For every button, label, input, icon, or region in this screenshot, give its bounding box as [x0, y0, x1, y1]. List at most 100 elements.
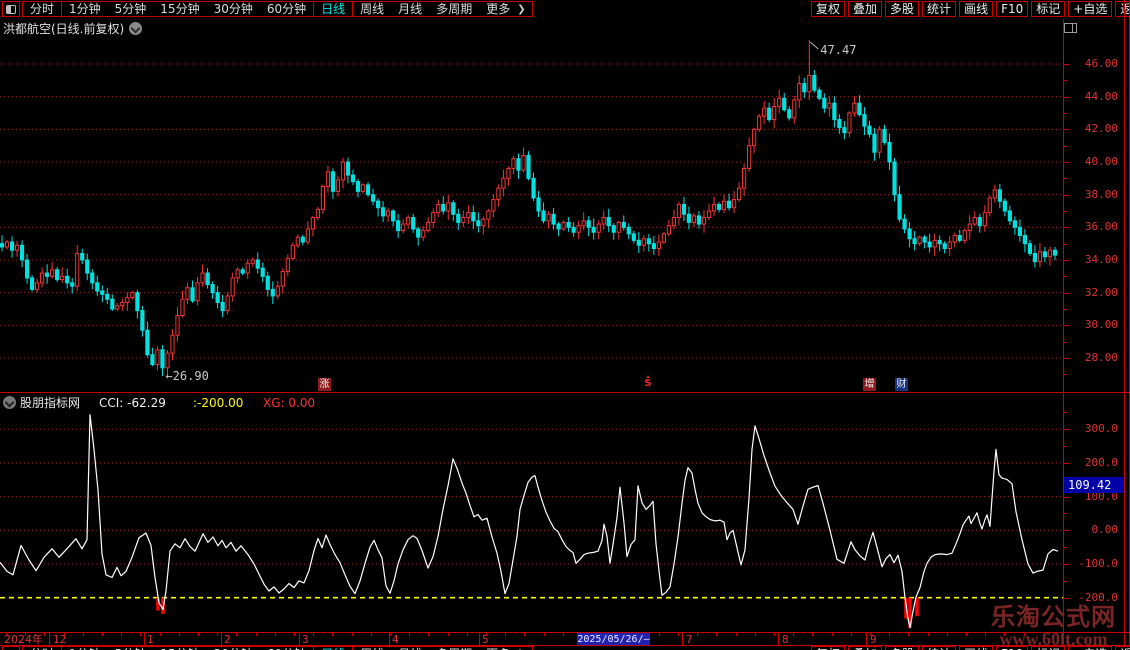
candlestick-chart[interactable]: 47.47 ←26.90 — [0, 25, 1063, 392]
axis-tick — [1063, 96, 1070, 98]
window-restore-icon[interactable] — [1064, 23, 1077, 33]
time-axis-tick — [217, 633, 218, 636]
adjust-button[interactable]: 复权 — [811, 1, 846, 17]
period-tab-timeshare[interactable]: 分时 — [23, 2, 61, 16]
axis-tick — [1063, 462, 1070, 464]
time-axis-tick — [524, 633, 525, 636]
axis-tick — [1063, 161, 1070, 163]
time-axis-tick — [889, 633, 890, 636]
multi-stock-button[interactable]: 多股 — [885, 1, 920, 17]
adjust-button: 复权 — [811, 646, 846, 650]
time-axis-tick — [256, 633, 257, 636]
time-axis-tick — [505, 633, 506, 636]
time-axis-tick — [812, 633, 813, 636]
right-scroll-strip[interactable] — [1124, 0, 1130, 650]
axis-minor-tick — [1063, 276, 1067, 278]
period-tab-5min[interactable]: 5分钟 — [108, 2, 154, 16]
time-axis-tick — [160, 633, 161, 636]
bottom-divider — [0, 645, 1130, 646]
layout-button[interactable] — [2, 1, 20, 17]
indicator-axis-label: 200.0 — [1084, 455, 1118, 469]
time-axis-tick — [44, 633, 45, 636]
axis-minor-tick — [1063, 80, 1067, 82]
chevron-right-icon[interactable]: ❯ — [517, 4, 531, 15]
axis-tick — [1063, 292, 1070, 294]
time-axis-tick — [448, 633, 449, 636]
axis-minor-tick — [1063, 243, 1067, 245]
axis-minor-tick — [1063, 112, 1067, 114]
time-axis-tick — [409, 633, 410, 636]
f10-button[interactable]: F10 — [996, 1, 1029, 17]
indicator-axis-label: 300.0 — [1084, 422, 1118, 436]
add-watchlist-button[interactable]: +自选 — [1068, 1, 1113, 17]
axis-minor-tick — [1063, 580, 1067, 582]
panel-divider — [0, 392, 1130, 393]
overlay-button: 叠加 — [848, 646, 883, 650]
time-axis-tick — [870, 633, 871, 636]
price-axis-label: 34.00 — [1084, 252, 1118, 266]
time-axis-tick — [851, 633, 852, 636]
time-axis-tick — [313, 633, 314, 636]
period-tab-more[interactable]: 更多 — [479, 2, 517, 16]
period-tab-monthly[interactable]: 月线 — [391, 2, 429, 16]
axis-minor-tick — [1063, 210, 1067, 212]
time-axis-tick — [236, 633, 237, 636]
indicator-axis-label: -200.0 — [1078, 590, 1118, 604]
time-axis-tick — [947, 633, 948, 636]
split-pane-icon — [6, 4, 16, 14]
price-axis-label: 28.00 — [1084, 350, 1118, 364]
time-axis-tick — [25, 633, 26, 636]
time-axis-tick — [697, 633, 698, 636]
period-tab-multi-period[interactable]: 多周期 — [429, 2, 479, 16]
period-tab-daily[interactable]: 日线 — [314, 2, 352, 16]
cci-indicator-chart[interactable] — [0, 394, 1063, 632]
news-badge-2[interactable]: 增 — [863, 378, 876, 391]
axis-tick — [1063, 429, 1070, 431]
axis-tick — [1063, 564, 1070, 565]
draw-line-button[interactable]: 画线 — [959, 1, 994, 17]
news-badge-3[interactable]: 财 — [895, 378, 908, 391]
period-tab-30min[interactable]: 30分钟 — [207, 2, 260, 16]
price-axis-label: 38.00 — [1084, 187, 1118, 201]
axis-minor-tick — [1063, 374, 1067, 376]
period-tabs: 分时1分钟5分钟15分钟30分钟60分钟日线周线月线多周期更多❯ — [22, 1, 533, 17]
time-axis-tick — [390, 633, 391, 636]
time-axis-tick — [832, 633, 833, 636]
top-toolbar: 分时 1分钟 5分钟 15分钟 30分钟 60分钟 日线 周线 月线 多周期 更多 ❯ 复权 叠加 多股统… — [0, 0, 1130, 19]
axis-tick — [1063, 325, 1070, 327]
axis-minor-tick — [1063, 145, 1067, 147]
news-badge-0[interactable]: 涨 — [318, 378, 331, 391]
axis-tick — [1063, 64, 1070, 65]
time-axis-tick — [294, 633, 295, 636]
time-axis-tick — [371, 633, 372, 636]
period-tab-1min[interactable]: 1分钟 — [62, 2, 108, 16]
time-axis-tick — [544, 633, 545, 636]
price-axis-label: 30.00 — [1084, 318, 1118, 332]
price-axis-label: 32.00 — [1084, 285, 1118, 299]
stats-button[interactable]: 统计 — [922, 1, 957, 17]
axis-tick — [1063, 194, 1070, 196]
svg-text:47.47: 47.47 — [820, 43, 856, 57]
time-axis-tick — [755, 633, 756, 636]
period-tab-weekly[interactable]: 周线 — [353, 2, 391, 16]
time-axis-tick — [563, 633, 564, 636]
period-tab-60min[interactable]: 60分钟 — [260, 2, 313, 16]
stock-app-window: 分时 1分钟 5分钟 15分钟 30分钟 60分钟 日线 周线 月线 多周期 更多 ❯ 复权 叠加 多股统… — [0, 0, 1130, 650]
indicator-axis-label: 0.00 — [1091, 523, 1119, 537]
time-axis-tick — [428, 633, 429, 636]
period-tab-15min[interactable]: 15分钟 — [153, 2, 206, 16]
time-axis-tick — [275, 633, 276, 636]
mark-button[interactable]: 标记 — [1031, 1, 1066, 17]
stats-button: 统计 — [922, 646, 957, 650]
toolbar-right-buttons: 复权叠加多股统计画线F10标记+自选返回 — [811, 1, 1130, 17]
time-axis-tick — [908, 633, 909, 636]
period-tabs: 分时1分钟5分钟15分钟30分钟60分钟日线周线月线多周期更多❯ — [22, 646, 533, 650]
time-axis-tick — [659, 633, 660, 636]
time-axis-tick — [64, 633, 65, 636]
overlay-button[interactable]: 叠加 — [848, 1, 883, 17]
signal-s-marker[interactable]: ▴ S — [642, 374, 654, 389]
price-axis-label: 36.00 — [1084, 220, 1118, 234]
time-axis-tick — [966, 633, 967, 636]
axis-value-box: 109.42 — [1064, 477, 1123, 494]
time-axis-tick — [467, 633, 468, 636]
